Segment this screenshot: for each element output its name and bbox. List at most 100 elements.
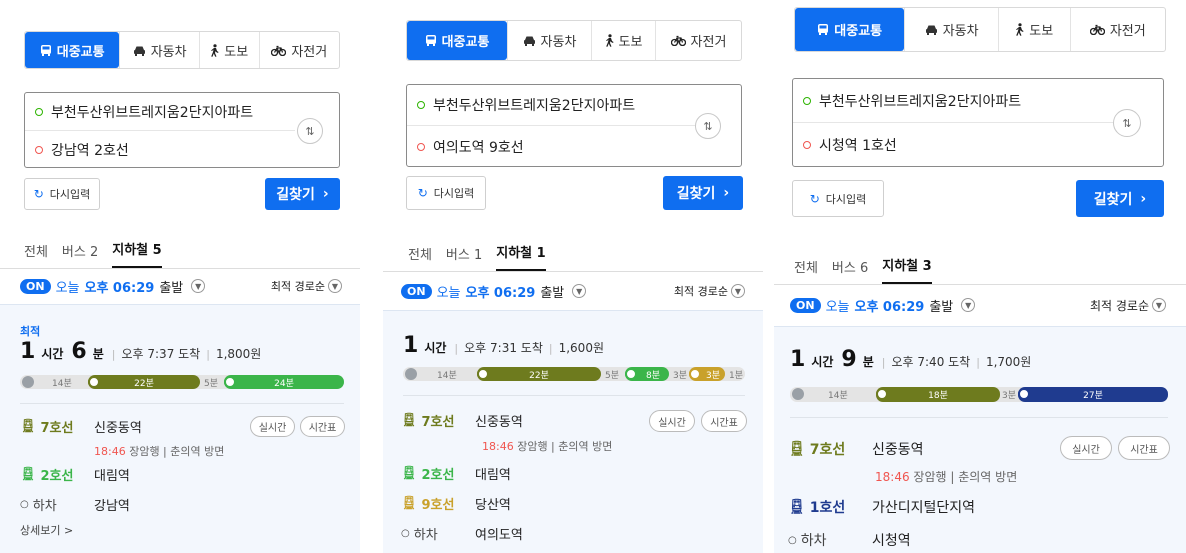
reset-button[interactable]: ↻ 다시입력 — [406, 176, 486, 210]
tab-all[interactable]: 전체 — [408, 244, 432, 271]
mode-transit-label: 대중교통 — [56, 44, 105, 60]
duration-hours: 1 — [790, 347, 806, 372]
on-badge[interactable]: ON — [790, 297, 821, 313]
best-label: 최적 — [20, 325, 41, 338]
departure-time[interactable]: 오후 06:29 — [84, 277, 154, 296]
origin-text: 부천두산위브트레지움2단지아파트 — [819, 93, 1022, 110]
tab-bus[interactable]: 버스 2 — [62, 241, 98, 268]
walk-icon — [792, 388, 804, 400]
mode-bike-tab[interactable]: 자전거 — [258, 32, 339, 68]
walk-icon — [1015, 23, 1024, 36]
walk-icon — [210, 43, 219, 57]
chevron-down-icon[interactable]: ▼ — [961, 298, 976, 312]
search-button[interactable]: 길찾기 › — [1076, 180, 1164, 217]
reset-label: 다시입력 — [825, 192, 867, 206]
chevron-down-icon: ▼ — [328, 279, 342, 293]
mode-car-tab[interactable]: 자동차 — [119, 32, 199, 68]
route-result-card[interactable]: 1 시간 9분 | 오후 7:40 도착 | 1,700원 14분 18분 3분 … — [774, 326, 1186, 553]
reset-label: 다시입력 — [49, 188, 91, 201]
on-badge[interactable]: ON — [20, 278, 51, 294]
origin-input[interactable]: 부천두산위브트레지움2단지아파트 — [407, 85, 697, 126]
sort-select[interactable]: 최적 경로순 ▼ — [271, 278, 342, 294]
train-icon: 🚆︎ — [401, 413, 418, 428]
line2-segment-label: 24분 — [274, 378, 294, 389]
train-icon — [1018, 388, 1030, 400]
search-button[interactable]: 길찾기 › — [663, 176, 743, 210]
sort-select[interactable]: 최적 경로순 ▼ — [1090, 297, 1166, 314]
departure-time-red: 18:46 — [482, 440, 514, 453]
mode-walk-tab[interactable]: 도보 — [997, 8, 1070, 51]
sort-select[interactable]: 최적 경로순 ▼ — [674, 283, 745, 299]
car-icon — [523, 35, 536, 46]
fare: 1,800원 — [215, 347, 262, 361]
timetable-button[interactable]: 시간표 — [300, 416, 345, 437]
chevron-right-icon: › — [723, 185, 730, 201]
transport-mode-bar: 대중교통 자동차 도보 자전거 — [794, 7, 1166, 52]
destination-input[interactable]: 강남역 2호선 — [25, 131, 295, 169]
route-input-box: 부천두산위브트레지움2단지아파트 여의도역 9호선 ⇅ — [406, 84, 742, 167]
refresh-icon: ↻ — [809, 191, 820, 206]
reset-button[interactable]: ↻ 다시입력 — [24, 178, 100, 210]
mode-bike-label: 자전거 — [291, 44, 328, 60]
chevron-right-icon: › — [322, 186, 329, 202]
mode-transit-tab[interactable]: 대중교통 — [25, 32, 120, 68]
destination-input[interactable]: 시청역 1호선 — [793, 123, 1119, 167]
tab-bus[interactable]: 버스 6 — [832, 257, 868, 284]
reset-button[interactable]: ↻ 다시입력 — [792, 180, 884, 217]
tab-bus[interactable]: 버스 1 — [446, 244, 482, 271]
origin-input[interactable]: 부천두산위브트레지움2단지아파트 — [793, 79, 1119, 123]
train-icon: 🚆︎ — [401, 496, 418, 511]
departure-suffix: 출발 — [159, 280, 184, 296]
on-badge[interactable]: ON — [401, 283, 432, 299]
chevron-down-icon[interactable]: ▼ — [191, 279, 206, 293]
sort-label: 최적 경로순 — [270, 280, 325, 293]
line7-segment-label: 22분 — [134, 378, 154, 389]
final-station: 강남역 — [94, 499, 130, 514]
leg-1-detail: 18:46 장암행 | 춘의역 방면 — [94, 443, 224, 459]
mode-bike-tab[interactable]: 자전거 — [655, 21, 741, 60]
tab-divider — [774, 284, 1186, 285]
destination-input[interactable]: 여의도역 9호선 — [407, 126, 697, 167]
duration-hours: 1 — [20, 339, 36, 364]
origin-input[interactable]: 부천두산위브트레지움2단지아파트 — [25, 93, 295, 131]
timetable-button[interactable]: 시간표 — [701, 410, 747, 432]
transfer-segment-label: 5분 — [605, 371, 620, 381]
swap-icon[interactable]: ⇅ — [695, 113, 721, 139]
departure-time[interactable]: 오후 06:29 — [465, 282, 535, 301]
detail-link[interactable]: 상세보기 > — [20, 522, 73, 538]
tab-subway[interactable]: 지하철 1 — [496, 242, 546, 271]
departure-suffix: 출발 — [929, 299, 954, 315]
mode-walk-label: 도보 — [224, 44, 249, 60]
alight-label: 하차 — [800, 533, 827, 549]
destination-dot-icon — [417, 142, 425, 151]
swap-icon[interactable]: ⇅ — [1113, 109, 1141, 137]
minute-unit: 분 — [862, 355, 874, 369]
chevron-down-icon[interactable]: ▼ — [572, 284, 587, 298]
search-button[interactable]: 길찾기 › — [265, 178, 340, 210]
departure-row: ON 오늘 오후 06:29 출발 ▼ 최적 경로순 ▼ — [401, 281, 745, 301]
timetable-button[interactable]: 시간표 — [1118, 436, 1170, 460]
mode-car-label: 자동차 — [942, 24, 979, 39]
realtime-button[interactable]: 실시간 — [649, 410, 695, 432]
mode-walk-tab[interactable]: 도보 — [591, 21, 655, 60]
mode-transit-tab[interactable]: 대중교통 — [407, 21, 507, 60]
departure-time[interactable]: 오후 06:29 — [854, 296, 924, 315]
train-icon: 🚆︎ — [788, 441, 806, 457]
realtime-button[interactable]: 실시간 — [250, 416, 295, 437]
mode-bike-tab[interactable]: 자전거 — [1069, 8, 1165, 51]
tab-subway[interactable]: 지하철 3 — [882, 255, 932, 284]
tab-subway[interactable]: 지하철 5 — [112, 239, 162, 268]
route-result-card[interactable]: 1 시간 | 오후 7:31 도착 | 1,600원 14분 22분 5분 8분 … — [383, 310, 763, 553]
mode-bike-label: 자전거 — [690, 35, 727, 50]
route-panel-2: 대중교통 자동차 도보 자전거 부천두산위브트레지움2단지아파트 여의도역 9호… — [383, 0, 763, 553]
train-icon: 🚆︎ — [788, 499, 806, 515]
realtime-button[interactable]: 실시간 — [1060, 436, 1112, 460]
mode-walk-tab[interactable]: 도보 — [198, 32, 259, 68]
route-result-card[interactable]: 최적 1 시간 6분 | 오후 7:37 도착 | 1,800원 14분 22분 … — [0, 304, 360, 553]
mode-car-tab[interactable]: 자동차 — [507, 21, 591, 60]
tab-all[interactable]: 전체 — [794, 257, 818, 284]
mode-transit-tab[interactable]: 대중교통 — [795, 8, 905, 51]
tab-all[interactable]: 전체 — [24, 241, 48, 268]
mode-car-tab[interactable]: 자동차 — [904, 8, 998, 51]
swap-icon[interactable]: ⇅ — [297, 118, 323, 144]
